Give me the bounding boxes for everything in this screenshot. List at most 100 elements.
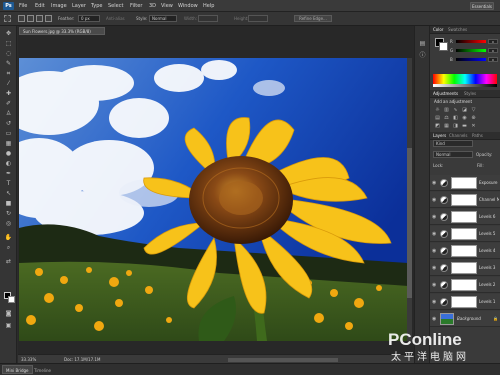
properties-panel-icon[interactable]: ⓘ [418, 52, 427, 60]
exposure-icon[interactable]: ◪ [461, 107, 468, 113]
zoom-level[interactable]: 33.33% [21, 357, 36, 362]
history-brush-icon[interactable]: ↺ [4, 120, 13, 128]
type-tool-icon[interactable]: T [4, 180, 13, 188]
color-balance-icon[interactable]: ⚖ [443, 115, 450, 121]
horizontal-scrollbar[interactable] [228, 358, 338, 362]
pen-tool-icon[interactable]: ✒ [4, 170, 13, 178]
menu-select[interactable]: Select [108, 3, 123, 9]
tab-color[interactable]: Color [433, 27, 443, 33]
marquee-tool-icon[interactable] [4, 15, 11, 22]
visibility-eye-icon[interactable]: ◉ [432, 282, 436, 288]
menu-filter[interactable]: Filter [130, 3, 142, 9]
anti-alias-checkbox[interactable]: Anti-alias [106, 16, 125, 21]
layer-mask-thumbnail[interactable] [451, 245, 477, 257]
3d-rotate-icon[interactable]: ↻ [4, 210, 13, 218]
intersect-selection-icon[interactable] [45, 15, 52, 22]
menu-3d[interactable]: 3D [149, 3, 156, 9]
tab-paths[interactable]: Paths [472, 133, 483, 139]
visibility-eye-icon[interactable]: ◉ [432, 265, 436, 271]
layer-mask-thumbnail[interactable] [451, 211, 477, 223]
layer-mask-thumbnail[interactable] [451, 279, 477, 291]
crop-tool-icon[interactable]: ⌗ [4, 70, 13, 78]
vertical-scroll-thumb[interactable] [407, 148, 412, 298]
shape-tool-icon[interactable]: ■ [4, 200, 13, 208]
layer-row[interactable]: ◉ Exposure 1 [430, 175, 500, 191]
layer-filter-select[interactable]: Kind [433, 140, 473, 147]
visibility-eye-icon[interactable]: ◉ [432, 231, 436, 237]
tab-timeline[interactable]: Timeline [30, 365, 55, 374]
selective-color-icon[interactable]: ✕ [470, 123, 477, 129]
panel-background-swatch[interactable] [439, 42, 448, 51]
layer-row[interactable]: ◉ Channel Mixer 1 [430, 192, 500, 208]
threshold-icon[interactable]: ◨ [452, 123, 459, 129]
layer-mask-thumbnail[interactable] [451, 296, 477, 308]
blue-slider[interactable] [456, 58, 486, 61]
hue-saturation-icon[interactable]: ▤ [434, 115, 441, 121]
layer-row[interactable]: ◉ Levels 4 [430, 243, 500, 259]
refine-edge-button[interactable]: Refine Edge... [294, 15, 332, 22]
tab-styles[interactable]: Styles [464, 91, 476, 97]
vertical-scrollbar[interactable] [407, 58, 412, 341]
vibrance-icon[interactable]: ▽ [470, 107, 477, 113]
subtract-selection-icon[interactable] [36, 15, 43, 22]
new-selection-icon[interactable] [18, 15, 25, 22]
background-layer-row[interactable]: ◉ Background 🔒 [430, 311, 500, 327]
gradient-tool-icon[interactable]: ▦ [4, 140, 13, 148]
visibility-eye-icon[interactable]: ◉ [432, 299, 436, 305]
workspace-switcher[interactable]: Essentials [470, 2, 494, 10]
quick-mask-icon[interactable]: ◙ [4, 310, 13, 318]
background-color-swatch[interactable] [8, 296, 15, 303]
posterize-icon[interactable]: ▦ [443, 123, 450, 129]
visibility-eye-icon[interactable]: ◉ [432, 248, 436, 254]
feather-input[interactable]: 0 px [78, 15, 100, 22]
visibility-eye-icon[interactable]: ◉ [432, 180, 436, 186]
green-slider[interactable] [456, 49, 486, 52]
layer-row[interactable]: ◉ Levels 1 [430, 294, 500, 310]
width-input[interactable] [198, 15, 218, 22]
brush-tool-icon[interactable]: ✐ [4, 100, 13, 108]
dodge-tool-icon[interactable]: ◐ [4, 160, 13, 168]
3d-camera-icon[interactable]: ◎ [4, 220, 13, 228]
layer-mask-thumbnail[interactable] [451, 194, 477, 206]
document-size[interactable]: Doc: 17.1M/17.1M [64, 357, 100, 362]
opacity-label[interactable]: Opacity: [476, 151, 498, 158]
eyedropper-icon[interactable]: ⁄ [4, 80, 13, 88]
layer-row[interactable]: ◉ Levels 6 [430, 209, 500, 225]
layer-mask-thumbnail[interactable] [451, 177, 477, 189]
swap-colors-icon[interactable]: ⇄ [4, 258, 13, 266]
levels-icon[interactable]: ▥ [443, 107, 450, 113]
tab-mini-bridge[interactable]: Mini Bridge [2, 365, 33, 374]
path-selection-icon[interactable]: ↖ [4, 190, 13, 198]
visibility-eye-icon[interactable]: ◉ [432, 214, 436, 220]
layer-row[interactable]: ◉ Levels 5 [430, 226, 500, 242]
zoom-tool-icon[interactable]: ⌕ [4, 244, 13, 252]
menu-edit[interactable]: Edit [35, 3, 45, 9]
menu-file[interactable]: File [19, 3, 27, 9]
visibility-eye-icon[interactable]: ◉ [432, 197, 436, 203]
red-slider[interactable] [456, 40, 486, 43]
gradient-map-icon[interactable]: ▬ [461, 123, 468, 129]
tab-layers[interactable]: Layers [433, 133, 446, 139]
style-select[interactable]: Normal [149, 15, 177, 22]
height-input[interactable] [248, 15, 268, 22]
tab-swatches[interactable]: Swatches [448, 27, 467, 33]
menu-type[interactable]: Type [91, 3, 102, 9]
lasso-tool-icon[interactable]: ◌ [4, 50, 13, 58]
hand-tool-icon[interactable]: ✋ [4, 234, 13, 242]
add-selection-icon[interactable] [27, 15, 34, 22]
screen-mode-icon[interactable]: ▣ [4, 322, 13, 330]
brightness-icon[interactable]: ☼ [434, 107, 441, 113]
history-panel-icon[interactable]: ▤ [418, 40, 427, 48]
rectangular-marquee-icon[interactable]: ⬚ [4, 40, 13, 48]
layer-row[interactable]: ◉ Levels 2 [430, 277, 500, 293]
layer-mask-thumbnail[interactable] [451, 262, 477, 274]
blur-tool-icon[interactable]: ● [4, 150, 13, 158]
tab-adjustments[interactable]: Adjustments [433, 91, 458, 97]
layer-mask-thumbnail[interactable] [451, 228, 477, 240]
invert-icon[interactable]: ◩ [434, 123, 441, 129]
layer-row[interactable]: ◉ Levels 3 [430, 260, 500, 276]
tab-channels[interactable]: Channels [449, 133, 468, 139]
document-tab[interactable]: Sun Flowers.jpg @ 33.3% (RGB/8) [19, 27, 105, 35]
image-canvas[interactable] [19, 58, 408, 341]
menu-view[interactable]: View [161, 3, 173, 9]
